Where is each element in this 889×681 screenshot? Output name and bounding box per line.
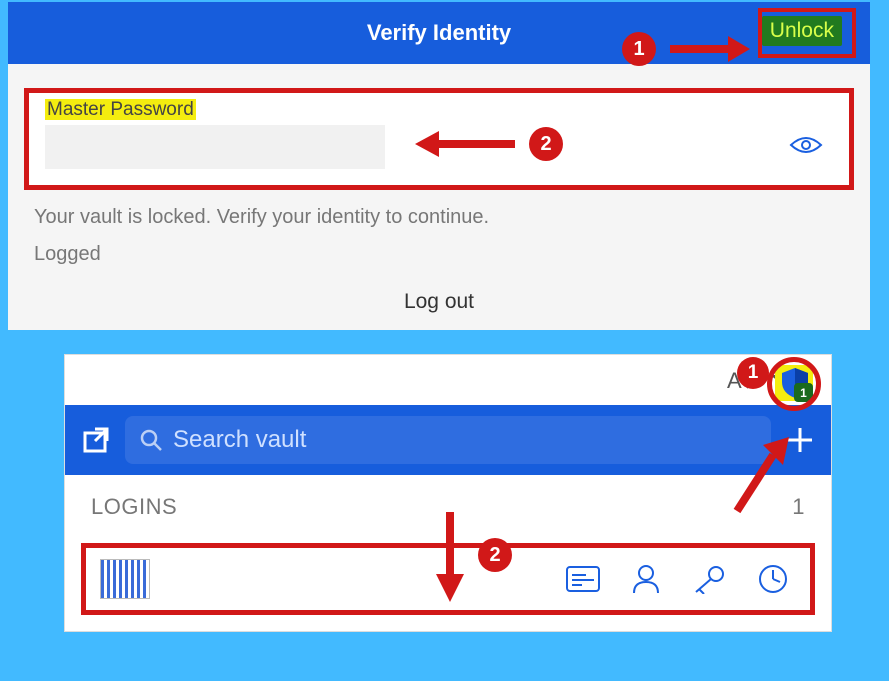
annotation-arrow-diag [729,437,789,517]
annotation-callout-1: 1 [622,32,656,66]
annotation-unlock-outline [758,8,856,58]
annotation-arrow-right [670,32,750,66]
annotation-arrow-left [415,127,515,161]
add-item-button[interactable] [785,425,815,455]
annotation-callout-2: 2 [478,538,512,572]
logged-in-row: Logged [34,243,844,266]
master-password-input[interactable] [45,125,385,169]
browser-toolbar: A + 1 1 [65,355,831,405]
annotation-arrow-down [430,512,470,602]
annotation-callout-2: 2 [529,127,563,161]
site-favicon [100,559,150,599]
logout-link[interactable]: Log out [8,276,870,330]
master-password-label: Master Password [45,99,196,120]
reveal-password-icon[interactable] [789,133,823,157]
key-icon[interactable] [692,564,726,594]
card-icon[interactable] [566,566,600,592]
search-icon [139,428,163,452]
master-password-card: Master Password 2 [24,88,854,190]
annotation-callout-1: 1 [737,357,769,389]
logins-label: LOGINS [91,494,177,520]
search-input[interactable] [173,426,757,454]
clock-icon[interactable] [758,564,788,594]
search-field-wrap [125,416,771,464]
annotation-extension-circle [767,357,821,411]
logins-count: 1 [792,494,805,520]
identity-icon[interactable] [632,564,660,594]
popup-search-bar [65,405,831,475]
verify-identity-panel: Verify Identity Unlock 1 Master Password… [8,2,870,330]
page-title: Verify Identity [367,20,511,46]
popout-icon[interactable] [81,425,111,455]
vault-locked-message: Your vault is locked. Verify your identi… [34,206,844,229]
